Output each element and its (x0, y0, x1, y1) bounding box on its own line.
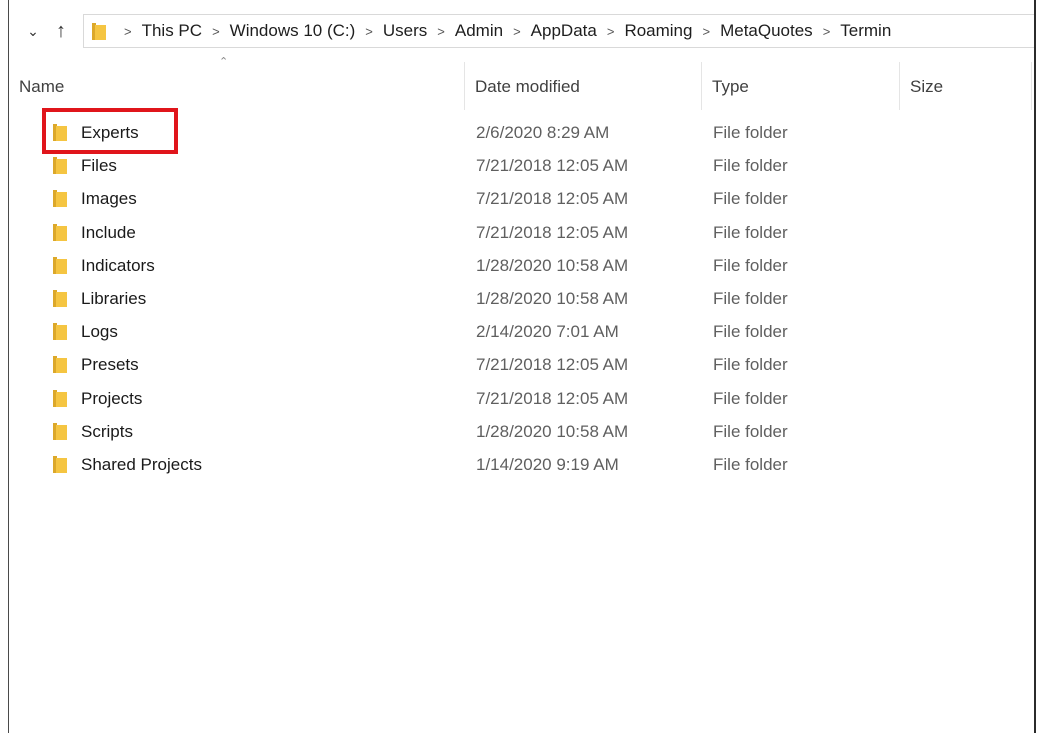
file-type: File folder (713, 156, 788, 176)
list-item[interactable]: Libraries 1/28/2020 10:58 AM File folder (9, 282, 1034, 315)
file-date: 7/21/2018 12:05 AM (476, 355, 629, 375)
file-name: Presets (81, 355, 139, 375)
file-name: Logs (81, 322, 118, 342)
folder-icon (53, 356, 67, 374)
breadcrumb-item[interactable]: AppData (531, 21, 597, 41)
folder-icon (53, 157, 67, 175)
file-type: File folder (713, 222, 788, 242)
chevron-right-icon: > (124, 23, 132, 39)
folder-icon (53, 323, 67, 341)
list-item[interactable]: Experts 2/6/2020 8:29 AM File folder (9, 116, 1034, 149)
file-name: Scripts (81, 421, 133, 441)
list-item[interactable]: Files 7/21/2018 12:05 AM File folder (9, 149, 1034, 182)
breadcrumb-item[interactable]: Termin (840, 21, 891, 41)
file-name: Indicators (81, 255, 155, 275)
column-header-name-label: Name (19, 77, 65, 96)
folder-icon (53, 455, 67, 473)
column-header-size-label: Size (910, 77, 944, 96)
chevron-right-icon: > (437, 23, 445, 39)
file-date: 2/6/2020 8:29 AM (476, 123, 610, 142)
column-header-size[interactable]: Size (900, 62, 1032, 110)
breadcrumb-item[interactable]: This PC (142, 21, 202, 41)
column-header-name[interactable]: ⌃ Name (9, 56, 465, 110)
file-type: File folder (713, 421, 788, 441)
file-date: 7/21/2018 12:05 AM (476, 156, 629, 176)
breadcrumb-item[interactable]: Users (383, 21, 427, 41)
folder-icon (53, 389, 67, 407)
file-name: Images (81, 189, 137, 209)
file-name: Files (81, 156, 117, 176)
file-date: 1/14/2020 9:19 AM (476, 454, 619, 474)
file-date: 7/21/2018 12:05 AM (476, 222, 629, 242)
list-item[interactable]: Shared Projects 1/14/2020 9:19 AM File f… (9, 448, 1034, 481)
address-bar: ⌄ ↑ > This PC > Windows 10 (C:) > Users … (9, 14, 1034, 48)
file-date: 1/28/2020 10:58 AM (476, 288, 629, 308)
file-date: 1/28/2020 10:58 AM (476, 255, 629, 275)
list-item[interactable]: Scripts 1/28/2020 10:58 AM File folder (9, 415, 1034, 448)
folder-icon (92, 22, 106, 40)
list-item[interactable]: Presets 7/21/2018 12:05 AM File folder (9, 348, 1034, 381)
chevron-right-icon: > (212, 23, 220, 39)
column-header-date-label: Date modified (475, 77, 580, 96)
folder-icon (53, 124, 67, 141)
file-type: File folder (713, 388, 788, 408)
chevron-right-icon: > (365, 23, 373, 39)
column-header-date[interactable]: Date modified (465, 62, 702, 110)
list-item[interactable]: Indicators 1/28/2020 10:58 AM File folde… (9, 249, 1034, 282)
file-type: File folder (713, 288, 788, 308)
file-name: Experts (81, 123, 139, 142)
list-item[interactable]: Logs 2/14/2020 7:01 AM File folder (9, 315, 1034, 348)
file-name: Include (81, 222, 136, 242)
folder-icon (53, 256, 67, 274)
folder-icon (53, 422, 67, 440)
file-date: 1/28/2020 10:58 AM (476, 421, 629, 441)
file-date: 2/14/2020 7:01 AM (476, 322, 619, 342)
breadcrumb-item[interactable]: Admin (455, 21, 503, 41)
list-item[interactable]: Include 7/21/2018 12:05 AM File folder (9, 216, 1034, 249)
list-item[interactable]: Projects 7/21/2018 12:05 AM File folder (9, 382, 1034, 415)
chevron-right-icon: > (606, 23, 615, 39)
file-type: File folder (713, 454, 788, 474)
sort-ascending-icon: ⌃ (219, 56, 229, 68)
breadcrumb-item[interactable]: MetaQuotes (720, 21, 813, 41)
file-list: Experts 2/6/2020 8:29 AM File folder Fil… (9, 116, 1034, 481)
column-header-type[interactable]: Type (702, 62, 900, 110)
file-name: Shared Projects (81, 454, 202, 474)
chevron-right-icon: > (702, 23, 711, 39)
file-name: Libraries (81, 288, 147, 308)
file-type: File folder (713, 355, 788, 375)
file-name: Projects (81, 388, 143, 408)
chevron-right-icon: > (822, 23, 831, 39)
file-date: 7/21/2018 12:05 AM (476, 189, 629, 209)
folder-icon (53, 289, 67, 307)
file-type: File folder (713, 123, 788, 142)
column-header-type-label: Type (712, 77, 749, 96)
chevron-right-icon: > (513, 23, 521, 39)
list-item[interactable]: Images 7/21/2018 12:05 AM File folder (9, 182, 1034, 215)
folder-icon (53, 223, 67, 241)
file-type: File folder (713, 255, 788, 275)
arrow-up-icon[interactable]: ↑ (51, 14, 71, 48)
breadcrumb[interactable]: > This PC > Windows 10 (C:) > Users > Ad… (83, 14, 1034, 48)
file-date: 7/21/2018 12:05 AM (476, 388, 629, 408)
folder-icon (53, 190, 67, 208)
file-type: File folder (713, 189, 788, 209)
file-explorer-window: ⌄ ↑ > This PC > Windows 10 (C:) > Users … (8, 0, 1036, 733)
column-headers: ⌃ Name Date modified Type Size (9, 56, 1034, 110)
breadcrumb-item[interactable]: Roaming (624, 21, 692, 41)
chevron-down-icon[interactable]: ⌄ (23, 14, 43, 48)
file-type: File folder (713, 322, 788, 342)
breadcrumb-item[interactable]: Windows 10 (C:) (230, 21, 356, 41)
